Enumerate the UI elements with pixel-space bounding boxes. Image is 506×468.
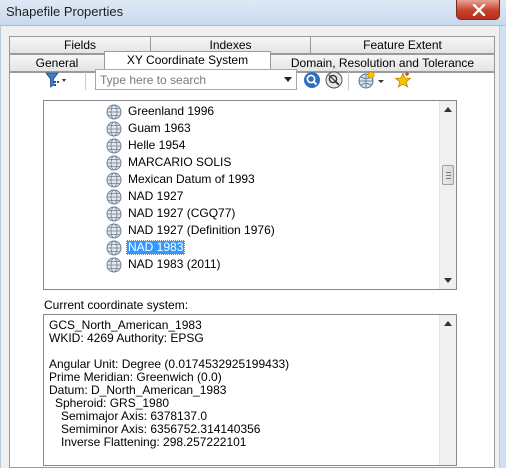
close-button[interactable] xyxy=(456,0,500,20)
tree-item-label: Mexican Datum of 1993 xyxy=(128,172,255,186)
tab-label: Feature Extent xyxy=(363,38,442,52)
toolbar-separator xyxy=(348,70,349,90)
search-button[interactable] xyxy=(303,71,321,89)
tab-label: Indexes xyxy=(209,38,252,52)
details-scrollbar[interactable] xyxy=(439,315,456,465)
current-system-details[interactable]: GCS_North_American_1983 WKID: 4269 Author… xyxy=(43,314,457,466)
coordinate-system-tree[interactable]: Greenland 1996 Guam 1963 Helle 1954 MARCARI… xyxy=(43,100,457,290)
tab-label: Domain, Resolution and Tolerance xyxy=(290,56,475,70)
tree-item[interactable]: NAD 1927 (CGQ77) xyxy=(106,205,237,222)
scroll-thumb[interactable] xyxy=(442,165,454,185)
globe-icon xyxy=(106,104,122,119)
scroll-up-icon[interactable] xyxy=(444,107,452,112)
globe-icon xyxy=(106,206,122,221)
tree-item[interactable]: MARCARIO SOLIS xyxy=(106,154,233,171)
globe-icon xyxy=(106,121,122,136)
search-input[interactable] xyxy=(100,72,278,87)
globe-icon xyxy=(106,223,122,238)
tree-item[interactable]: NAD 1983 xyxy=(106,239,186,256)
clear-search-button[interactable] xyxy=(325,71,343,89)
search-box[interactable] xyxy=(95,69,297,90)
add-to-favorites-button[interactable] xyxy=(394,71,412,89)
tree-item-label: NAD 1983 xyxy=(126,240,186,255)
globe-icon xyxy=(106,172,122,187)
scroll-up-icon[interactable] xyxy=(444,321,452,326)
tree-item[interactable]: NAD 1983 (2011) xyxy=(106,256,223,273)
chevron-down-icon[interactable] xyxy=(284,77,292,82)
globe-icon xyxy=(106,189,122,204)
tab-feature-extent[interactable]: Feature Extent xyxy=(310,36,495,54)
filter-button[interactable] xyxy=(38,70,68,90)
tab-label: Fields xyxy=(63,38,96,52)
tree-item-label: Greenland 1996 xyxy=(128,104,215,118)
tree-item[interactable]: Greenland 1996 xyxy=(106,103,216,120)
tree-scrollbar[interactable] xyxy=(439,101,456,289)
add-coordinate-system-button[interactable] xyxy=(357,71,385,89)
tree-item[interactable]: NAD 1927 xyxy=(106,188,185,205)
tree-item[interactable]: Mexican Datum of 1993 xyxy=(106,171,257,188)
globe-icon xyxy=(106,257,122,272)
filter-icon xyxy=(45,72,66,88)
toolbar-separator xyxy=(85,70,86,90)
tree-item[interactable]: NAD 1927 (Definition 1976) xyxy=(106,222,277,239)
add-coordinate-system-icon xyxy=(358,71,384,89)
tab-label: General xyxy=(35,56,79,70)
current-system-label: Current coordinate system: xyxy=(44,298,189,312)
tree-item-label: Helle 1954 xyxy=(128,138,186,152)
tree-item-label: NAD 1927 (CGQ77) xyxy=(128,206,236,220)
search-icon xyxy=(304,72,320,88)
add-to-favorites-icon xyxy=(394,71,412,88)
tree-item[interactable]: Helle 1954 xyxy=(106,137,187,154)
title-bar: Shapefile Properties xyxy=(0,0,506,26)
tab-domain-resolution-tolerance[interactable]: Domain, Resolution and Tolerance xyxy=(270,54,495,72)
tree-item-label: Guam 1963 xyxy=(128,121,191,135)
close-icon xyxy=(472,4,486,16)
window-title: Shapefile Properties xyxy=(6,4,124,19)
globe-icon xyxy=(106,155,122,170)
detail-line: Inverse Flattening: 298.257222101 xyxy=(61,435,247,449)
detail-line: WKID: 4269 Authority: EPSG xyxy=(49,331,204,345)
globe-icon xyxy=(106,240,122,255)
tree-item-label: NAD 1927 xyxy=(128,189,184,203)
globe-icon xyxy=(106,138,122,153)
scroll-down-icon[interactable] xyxy=(444,278,452,283)
tree-item-label: NAD 1983 (2011) xyxy=(128,257,221,271)
clear-search-icon xyxy=(325,71,343,89)
tree-item-label: NAD 1927 (Definition 1976) xyxy=(128,223,275,237)
tree-item-label: MARCARIO SOLIS xyxy=(128,155,232,169)
tree-item[interactable]: Guam 1963 xyxy=(106,120,193,137)
tab-label: XY Coordinate System xyxy=(126,53,249,67)
